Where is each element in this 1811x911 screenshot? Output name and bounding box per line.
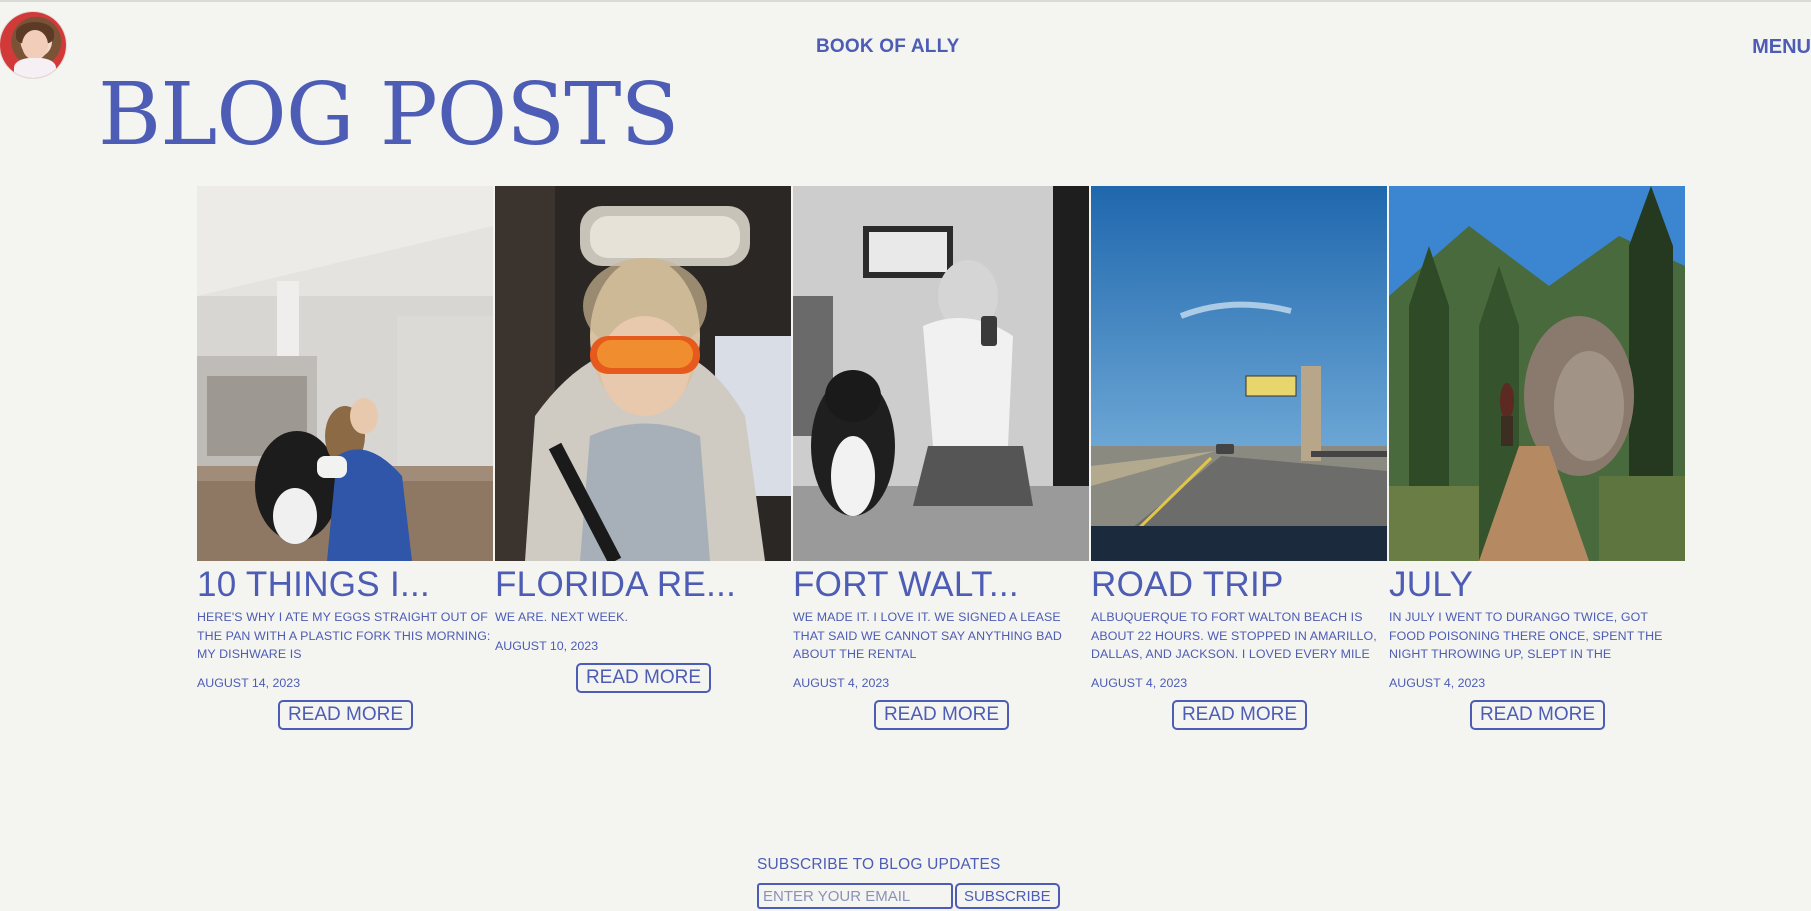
read-more-button[interactable]: READ MORE: [575, 662, 712, 693]
post-excerpt: WE ARE. NEXT WEEK.: [495, 610, 629, 624]
post-title[interactable]: JULY: [1389, 567, 1686, 602]
post-thumbnail[interactable]: [1091, 186, 1387, 561]
read-more-button[interactable]: READ MORE: [873, 699, 1010, 730]
post-title[interactable]: FLORIDA RE...: [495, 567, 792, 602]
post-excerpt: IN JULY I WENT TO DURANGO TWICE, GOT FOO…: [1389, 610, 1663, 661]
avatar-face: [22, 30, 48, 60]
post-date: AUGUST 10, 2023: [495, 638, 599, 653]
post-title[interactable]: FORT WALT...: [793, 567, 1090, 602]
post-date: AUGUST 4, 2023: [1091, 675, 1188, 690]
subscribe-button[interactable]: SUBSCRIBE: [955, 883, 1060, 909]
avatar[interactable]: [0, 12, 66, 78]
post-excerpt: WE MADE IT. I LOVE IT. WE SIGNED A LEASE…: [793, 610, 1062, 661]
post-excerpt: HERE'S WHY I ATE MY EGGS STRAIGHT OUT OF…: [197, 610, 491, 661]
blog-post-card[interactable]: FORT WALT... WE MADE IT. I LOVE IT. WE S…: [793, 186, 1090, 746]
page-title: BLOG POSTS: [98, 65, 679, 165]
blog-post-card[interactable]: JULY IN JULY I WENT TO DURANGO TWICE, GO…: [1389, 186, 1686, 746]
read-more-button[interactable]: READ MORE: [277, 699, 414, 730]
post-thumbnail[interactable]: [793, 186, 1089, 561]
email-input[interactable]: [757, 883, 953, 909]
blog-post-card[interactable]: FLORIDA RE... WE ARE. NEXT WEEK. AUGUST …: [495, 186, 792, 746]
post-date: AUGUST 14, 2023: [197, 675, 301, 690]
post-thumbnail[interactable]: [197, 186, 493, 561]
subscribe-form: SUBSCRIBE: [757, 883, 1060, 909]
blog-post-grid: 10 THINGS I... HERE'S WHY I ATE MY EGGS …: [197, 186, 1686, 746]
post-excerpt: ALBUQUERQUE TO FORT WALTON BEACH IS ABOU…: [1091, 610, 1377, 661]
subscribe-label: SUBSCRIBE TO BLOG UPDATES: [757, 856, 1001, 873]
post-thumbnail[interactable]: [495, 186, 791, 561]
read-more-button[interactable]: READ MORE: [1171, 699, 1308, 730]
subscribe-section: SUBSCRIBE TO BLOG UPDATES SUBSCRIBE: [757, 856, 1060, 909]
post-date: AUGUST 4, 2023: [1389, 675, 1486, 690]
post-thumbnail[interactable]: [1389, 186, 1685, 561]
read-more-button[interactable]: READ MORE: [1469, 699, 1606, 730]
avatar-dress: [14, 58, 56, 78]
blog-post-card[interactable]: ROAD TRIP ALBUQUERQUE TO FORT WALTON BEA…: [1091, 186, 1388, 746]
menu-button[interactable]: MENU: [1752, 36, 1811, 59]
post-title[interactable]: ROAD TRIP: [1091, 567, 1388, 602]
top-divider: [0, 0, 1811, 2]
post-title[interactable]: 10 THINGS I...: [197, 567, 494, 602]
blog-post-card[interactable]: 10 THINGS I... HERE'S WHY I ATE MY EGGS …: [197, 186, 494, 746]
post-date: AUGUST 4, 2023: [793, 675, 890, 690]
site-brand-link[interactable]: BOOK OF ALLY: [816, 36, 960, 58]
